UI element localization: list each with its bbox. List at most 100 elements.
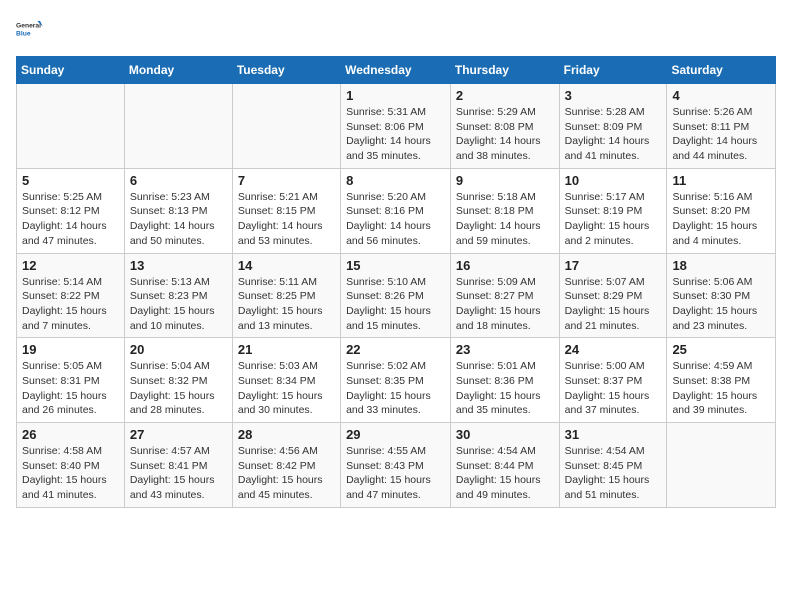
day-info: Sunrise: 5:13 AM Sunset: 8:23 PM Dayligh…	[130, 275, 227, 334]
calendar-cell: 25Sunrise: 4:59 AM Sunset: 8:38 PM Dayli…	[667, 338, 776, 423]
day-number: 8	[346, 173, 445, 188]
calendar-cell: 1Sunrise: 5:31 AM Sunset: 8:06 PM Daylig…	[341, 84, 451, 169]
calendar-cell: 19 Sunrise: 5:05 AM Sunset: 8:31 PM Dayli…	[17, 338, 125, 423]
day-info: Sunrise: 5:10 AM Sunset: 8:26 PM Dayligh…	[346, 275, 445, 334]
day-info: Sunrise: 4:56 AM Sunset: 8:42 PM Dayligh…	[238, 444, 335, 503]
day-info: Sunrise: 5:06 AM Sunset: 8:30 PM Dayligh…	[672, 275, 770, 334]
day-info: Sunrise: 4:54 AM Sunset: 8:44 PM Dayligh…	[456, 444, 554, 503]
calendar-cell	[17, 84, 125, 169]
calendar-cell: 17 Sunrise: 5:07 AM Sunset: 8:29 PM Dayli…	[559, 253, 667, 338]
day-number: 12	[22, 258, 119, 273]
day-info: Sunrise: 5:00 AM Sunset: 8:37 PM Dayligh…	[565, 359, 662, 418]
day-number: 7	[238, 173, 335, 188]
day-info: Sunrise: 5:26 AM Sunset: 8:11 PM Dayligh…	[672, 105, 770, 164]
day-number: 20	[130, 342, 227, 357]
day-number: 31	[565, 427, 662, 442]
day-info: Sunrise: 5:17 AM Sunset: 8:19 PM Dayligh…	[565, 190, 662, 249]
week-row-5: 26Sunrise: 4:58 AM Sunset: 8:40 PM Dayli…	[17, 423, 776, 508]
day-info: Sunrise: 4:55 AM Sunset: 8:43 PM Dayligh…	[346, 444, 445, 503]
day-info: Sunrise: 5:05 AM Sunset: 8:31 PM Dayligh…	[22, 359, 119, 418]
day-number: 26	[22, 427, 119, 442]
page-header: GeneralBlue	[16, 16, 776, 44]
calendar-cell: 14 Sunrise: 5:11 AM Sunset: 8:25 PM Dayli…	[232, 253, 340, 338]
calendar-cell: 28 Sunrise: 4:56 AM Sunset: 8:42 PM Dayli…	[232, 423, 340, 508]
day-number: 21	[238, 342, 335, 357]
day-number: 19	[22, 342, 119, 357]
day-number: 13	[130, 258, 227, 273]
calendar-cell: 2 Sunrise: 5:29 AM Sunset: 8:08 PM Daylig…	[450, 84, 559, 169]
calendar-cell: 4 Sunrise: 5:26 AM Sunset: 8:11 PM Daylig…	[667, 84, 776, 169]
calendar-cell: 29 Sunrise: 4:55 AM Sunset: 8:43 PM Dayli…	[341, 423, 451, 508]
day-number: 4	[672, 88, 770, 103]
day-number: 5	[22, 173, 119, 188]
calendar-cell: 8Sunrise: 5:20 AM Sunset: 8:16 PM Daylig…	[341, 168, 451, 253]
calendar-cell: 6Sunrise: 5:23 AM Sunset: 8:13 PM Daylig…	[124, 168, 232, 253]
day-number: 16	[456, 258, 554, 273]
logo-icon: GeneralBlue	[16, 16, 44, 44]
day-header-saturday: Saturday	[667, 57, 776, 84]
day-number: 2	[456, 88, 554, 103]
calendar-cell: 26Sunrise: 4:58 AM Sunset: 8:40 PM Dayli…	[17, 423, 125, 508]
day-info: Sunrise: 5:01 AM Sunset: 8:36 PM Dayligh…	[456, 359, 554, 418]
calendar-cell: 22Sunrise: 5:02 AM Sunset: 8:35 PM Dayli…	[341, 338, 451, 423]
calendar-cell: 7 Sunrise: 5:21 AM Sunset: 8:15 PM Daylig…	[232, 168, 340, 253]
week-row-4: 19 Sunrise: 5:05 AM Sunset: 8:31 PM Dayli…	[17, 338, 776, 423]
calendar-cell: 31 Sunrise: 4:54 AM Sunset: 8:45 PM Dayli…	[559, 423, 667, 508]
day-number: 23	[456, 342, 554, 357]
calendar-cell: 23 Sunrise: 5:01 AM Sunset: 8:36 PM Dayli…	[450, 338, 559, 423]
day-number: 28	[238, 427, 335, 442]
day-number: 11	[672, 173, 770, 188]
day-number: 3	[565, 88, 662, 103]
calendar-cell: 30 Sunrise: 4:54 AM Sunset: 8:44 PM Dayli…	[450, 423, 559, 508]
day-number: 18	[672, 258, 770, 273]
day-info: Sunrise: 5:11 AM Sunset: 8:25 PM Dayligh…	[238, 275, 335, 334]
day-info: Sunrise: 4:54 AM Sunset: 8:45 PM Dayligh…	[565, 444, 662, 503]
day-info: Sunrise: 4:59 AM Sunset: 8:38 PM Dayligh…	[672, 359, 770, 418]
svg-text:Blue: Blue	[16, 31, 31, 38]
day-number: 29	[346, 427, 445, 442]
logo: GeneralBlue	[16, 16, 44, 44]
day-info: Sunrise: 5:02 AM Sunset: 8:35 PM Dayligh…	[346, 359, 445, 418]
day-info: Sunrise: 5:25 AM Sunset: 8:12 PM Dayligh…	[22, 190, 119, 249]
day-info: Sunrise: 5:09 AM Sunset: 8:27 PM Dayligh…	[456, 275, 554, 334]
calendar-cell: 10 Sunrise: 5:17 AM Sunset: 8:19 PM Dayli…	[559, 168, 667, 253]
calendar-cell: 12 Sunrise: 5:14 AM Sunset: 8:22 PM Dayli…	[17, 253, 125, 338]
day-info: Sunrise: 5:04 AM Sunset: 8:32 PM Dayligh…	[130, 359, 227, 418]
calendar-cell: 11Sunrise: 5:16 AM Sunset: 8:20 PM Dayli…	[667, 168, 776, 253]
day-info: Sunrise: 4:57 AM Sunset: 8:41 PM Dayligh…	[130, 444, 227, 503]
day-info: Sunrise: 5:14 AM Sunset: 8:22 PM Dayligh…	[22, 275, 119, 334]
day-info: Sunrise: 5:18 AM Sunset: 8:18 PM Dayligh…	[456, 190, 554, 249]
day-info: Sunrise: 5:21 AM Sunset: 8:15 PM Dayligh…	[238, 190, 335, 249]
day-number: 9	[456, 173, 554, 188]
day-number: 6	[130, 173, 227, 188]
week-row-3: 12 Sunrise: 5:14 AM Sunset: 8:22 PM Dayli…	[17, 253, 776, 338]
day-info: Sunrise: 5:28 AM Sunset: 8:09 PM Dayligh…	[565, 105, 662, 164]
day-number: 10	[565, 173, 662, 188]
day-header-sunday: Sunday	[17, 57, 125, 84]
day-info: Sunrise: 5:29 AM Sunset: 8:08 PM Dayligh…	[456, 105, 554, 164]
day-number: 14	[238, 258, 335, 273]
day-info: Sunrise: 5:07 AM Sunset: 8:29 PM Dayligh…	[565, 275, 662, 334]
day-number: 27	[130, 427, 227, 442]
calendar-cell: 27 Sunrise: 4:57 AM Sunset: 8:41 PM Dayli…	[124, 423, 232, 508]
day-header-thursday: Thursday	[450, 57, 559, 84]
day-number: 17	[565, 258, 662, 273]
calendar-cell: 20 Sunrise: 5:04 AM Sunset: 8:32 PM Dayli…	[124, 338, 232, 423]
day-number: 1	[346, 88, 445, 103]
day-number: 30	[456, 427, 554, 442]
calendar-cell: 5 Sunrise: 5:25 AM Sunset: 8:12 PM Daylig…	[17, 168, 125, 253]
calendar-cell: 18 Sunrise: 5:06 AM Sunset: 8:30 PM Dayli…	[667, 253, 776, 338]
calendar-cell	[124, 84, 232, 169]
day-info: Sunrise: 5:03 AM Sunset: 8:34 PM Dayligh…	[238, 359, 335, 418]
calendar-cell: 16 Sunrise: 5:09 AM Sunset: 8:27 PM Dayli…	[450, 253, 559, 338]
week-row-1: 1Sunrise: 5:31 AM Sunset: 8:06 PM Daylig…	[17, 84, 776, 169]
svg-text:General: General	[16, 23, 41, 30]
day-header-monday: Monday	[124, 57, 232, 84]
calendar-cell	[232, 84, 340, 169]
day-number: 24	[565, 342, 662, 357]
calendar-cell: 13 Sunrise: 5:13 AM Sunset: 8:23 PM Dayli…	[124, 253, 232, 338]
calendar-cell: 24 Sunrise: 5:00 AM Sunset: 8:37 PM Dayli…	[559, 338, 667, 423]
week-row-2: 5 Sunrise: 5:25 AM Sunset: 8:12 PM Daylig…	[17, 168, 776, 253]
day-header-wednesday: Wednesday	[341, 57, 451, 84]
calendar-cell: 21 Sunrise: 5:03 AM Sunset: 8:34 PM Dayli…	[232, 338, 340, 423]
